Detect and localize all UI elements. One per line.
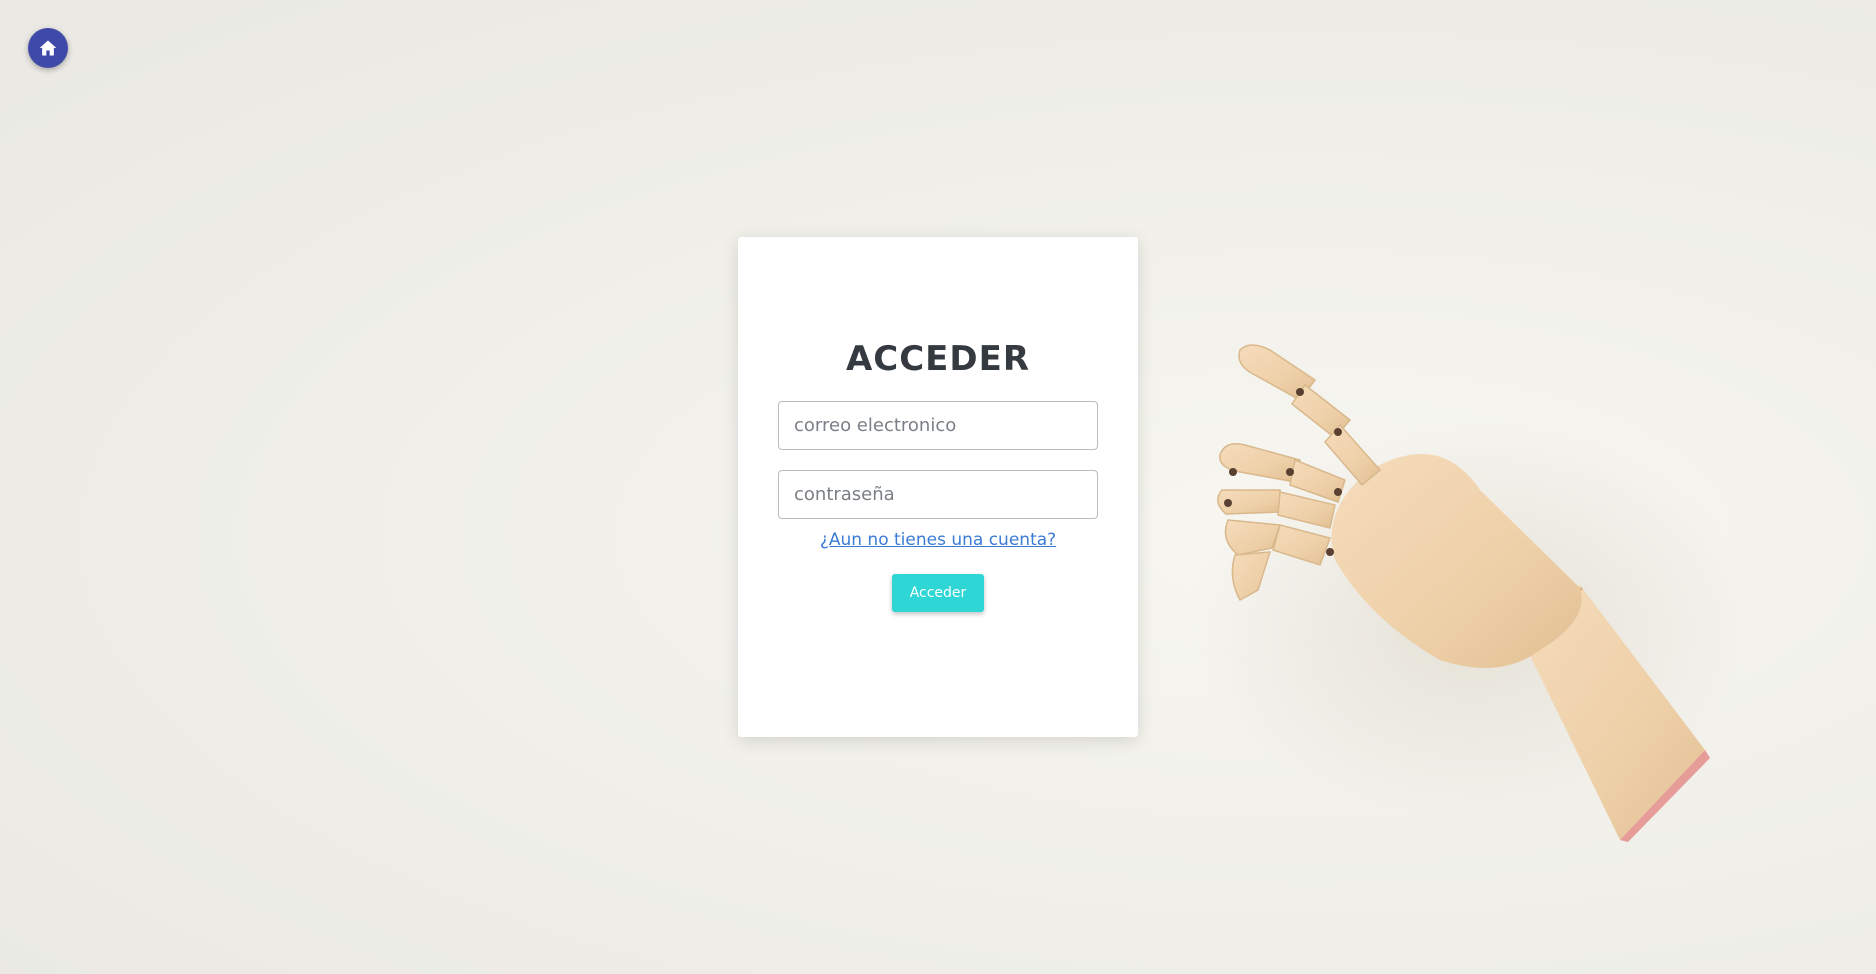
email-input[interactable] [778, 401, 1098, 450]
login-card: ACCEDER ¿Aun no tienes una cuenta? Acced… [738, 237, 1138, 737]
page-title: ACCEDER [845, 339, 1031, 379]
home-icon [39, 40, 57, 56]
password-input[interactable] [778, 470, 1098, 519]
wooden-hand-illustration [1190, 344, 1740, 842]
signup-link[interactable]: ¿Aun no tienes una cuenta? [738, 530, 1138, 550]
submit-button[interactable]: Acceder [892, 574, 984, 612]
home-button[interactable] [28, 28, 68, 68]
